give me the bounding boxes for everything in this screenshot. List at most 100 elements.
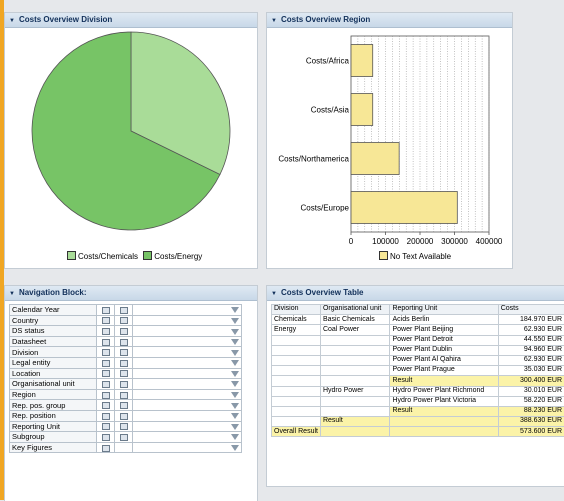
nav-row: Rep. pos. group: [10, 400, 242, 411]
navigation-panel-header[interactable]: ▼Navigation Block:: [5, 286, 257, 301]
filter-icon[interactable]: [231, 434, 239, 440]
swap-axis-icon[interactable]: [115, 368, 133, 379]
filter-icon[interactable]: [231, 445, 239, 451]
filter-cell[interactable]: [133, 400, 242, 411]
collapse-triangle-icon[interactable]: ▼: [9, 287, 15, 301]
filter-cell[interactable]: [133, 336, 242, 347]
drilldown-icon[interactable]: [97, 379, 115, 390]
swap-axis-icon[interactable]: [115, 347, 133, 358]
drilldown-icon[interactable]: [102, 434, 110, 441]
table-cell: 300.400 EUR: [498, 376, 564, 386]
swap-axis-icon[interactable]: [115, 326, 133, 337]
swap-axis-icon[interactable]: [115, 357, 133, 368]
swap-axis-icon[interactable]: [115, 421, 133, 432]
swap-axis-icon[interactable]: [115, 442, 133, 453]
swap-axis-icon[interactable]: [115, 432, 133, 443]
swap-axis-icon[interactable]: [120, 360, 128, 367]
filter-icon[interactable]: [231, 360, 239, 366]
filter-cell[interactable]: [133, 442, 242, 453]
drilldown-icon[interactable]: [97, 400, 115, 411]
swap-axis-icon[interactable]: [115, 315, 133, 326]
drilldown-icon[interactable]: [97, 442, 115, 453]
filter-icon[interactable]: [231, 424, 239, 430]
filter-cell[interactable]: [133, 421, 242, 432]
swap-axis-icon[interactable]: [120, 317, 128, 324]
swap-axis-icon[interactable]: [115, 305, 133, 316]
filter-cell[interactable]: [133, 368, 242, 379]
drilldown-icon[interactable]: [97, 432, 115, 443]
drilldown-icon[interactable]: [102, 423, 110, 430]
filter-icon[interactable]: [231, 371, 239, 377]
filter-icon[interactable]: [231, 413, 239, 419]
costs-table-panel-header[interactable]: ▼Costs Overview Table: [267, 286, 564, 301]
filter-cell[interactable]: [133, 305, 242, 316]
swap-axis-icon[interactable]: [120, 413, 128, 420]
drilldown-icon[interactable]: [102, 402, 110, 409]
swap-axis-icon[interactable]: [120, 434, 128, 441]
drilldown-icon[interactable]: [102, 370, 110, 377]
filter-icon[interactable]: [231, 329, 239, 335]
drilldown-icon[interactable]: [102, 328, 110, 335]
filter-cell[interactable]: [133, 432, 242, 443]
drilldown-icon[interactable]: [102, 339, 110, 346]
filter-cell[interactable]: [133, 389, 242, 400]
filter-icon[interactable]: [231, 403, 239, 409]
swap-axis-icon[interactable]: [120, 423, 128, 430]
drilldown-icon[interactable]: [102, 349, 110, 356]
filter-cell[interactable]: [133, 357, 242, 368]
swap-axis-icon[interactable]: [120, 349, 128, 356]
filter-icon[interactable]: [231, 350, 239, 356]
filter-icon[interactable]: [231, 339, 239, 345]
x-tick-label: 300000: [441, 237, 468, 246]
drilldown-icon[interactable]: [102, 307, 110, 314]
drilldown-icon[interactable]: [97, 421, 115, 432]
table-row: EnergyCoal PowerPower Plant Beijing62.93…: [272, 325, 564, 335]
swap-axis-icon[interactable]: [115, 410, 133, 421]
filter-cell[interactable]: [133, 315, 242, 326]
filter-icon[interactable]: [231, 381, 239, 387]
nav-row: Reporting Unit: [10, 421, 242, 432]
table-cell: Result: [390, 406, 498, 416]
collapse-triangle-icon[interactable]: ▼: [9, 14, 15, 28]
swap-axis-icon[interactable]: [120, 402, 128, 409]
filter-cell[interactable]: [133, 410, 242, 421]
swap-axis-icon[interactable]: [120, 392, 128, 399]
collapse-triangle-icon[interactable]: ▼: [271, 287, 277, 301]
drilldown-icon[interactable]: [97, 389, 115, 400]
collapse-triangle-icon[interactable]: ▼: [271, 14, 277, 28]
drilldown-icon[interactable]: [97, 357, 115, 368]
drilldown-icon[interactable]: [102, 392, 110, 399]
filter-icon[interactable]: [231, 392, 239, 398]
drilldown-icon[interactable]: [102, 381, 110, 388]
swap-axis-icon[interactable]: [120, 307, 128, 314]
swap-axis-icon[interactable]: [115, 400, 133, 411]
filter-cell[interactable]: [133, 379, 242, 390]
swap-axis-icon[interactable]: [120, 381, 128, 388]
filter-cell[interactable]: [133, 326, 242, 337]
division-panel-header[interactable]: ▼Costs Overview Division: [5, 13, 257, 28]
swap-axis-icon[interactable]: [115, 336, 133, 347]
drilldown-icon[interactable]: [102, 445, 110, 452]
swap-axis-icon[interactable]: [115, 389, 133, 400]
drilldown-icon[interactable]: [97, 347, 115, 358]
table-cell: Basic Chemicals: [320, 315, 390, 325]
drilldown-icon[interactable]: [97, 368, 115, 379]
filter-icon[interactable]: [231, 307, 239, 313]
drilldown-icon[interactable]: [97, 336, 115, 347]
table-cell: [272, 366, 321, 376]
region-panel-header[interactable]: ▼Costs Overview Region: [267, 13, 512, 28]
table-cell: [320, 427, 390, 437]
drilldown-icon[interactable]: [97, 305, 115, 316]
drilldown-icon[interactable]: [97, 326, 115, 337]
filter-icon[interactable]: [231, 318, 239, 324]
swap-axis-icon[interactable]: [115, 379, 133, 390]
drilldown-icon[interactable]: [97, 410, 115, 421]
drilldown-icon[interactable]: [102, 317, 110, 324]
drilldown-icon[interactable]: [102, 413, 110, 420]
drilldown-icon[interactable]: [97, 315, 115, 326]
swap-axis-icon[interactable]: [120, 328, 128, 335]
filter-cell[interactable]: [133, 347, 242, 358]
swap-axis-icon[interactable]: [120, 370, 128, 377]
drilldown-icon[interactable]: [102, 360, 110, 367]
swap-axis-icon[interactable]: [120, 339, 128, 346]
